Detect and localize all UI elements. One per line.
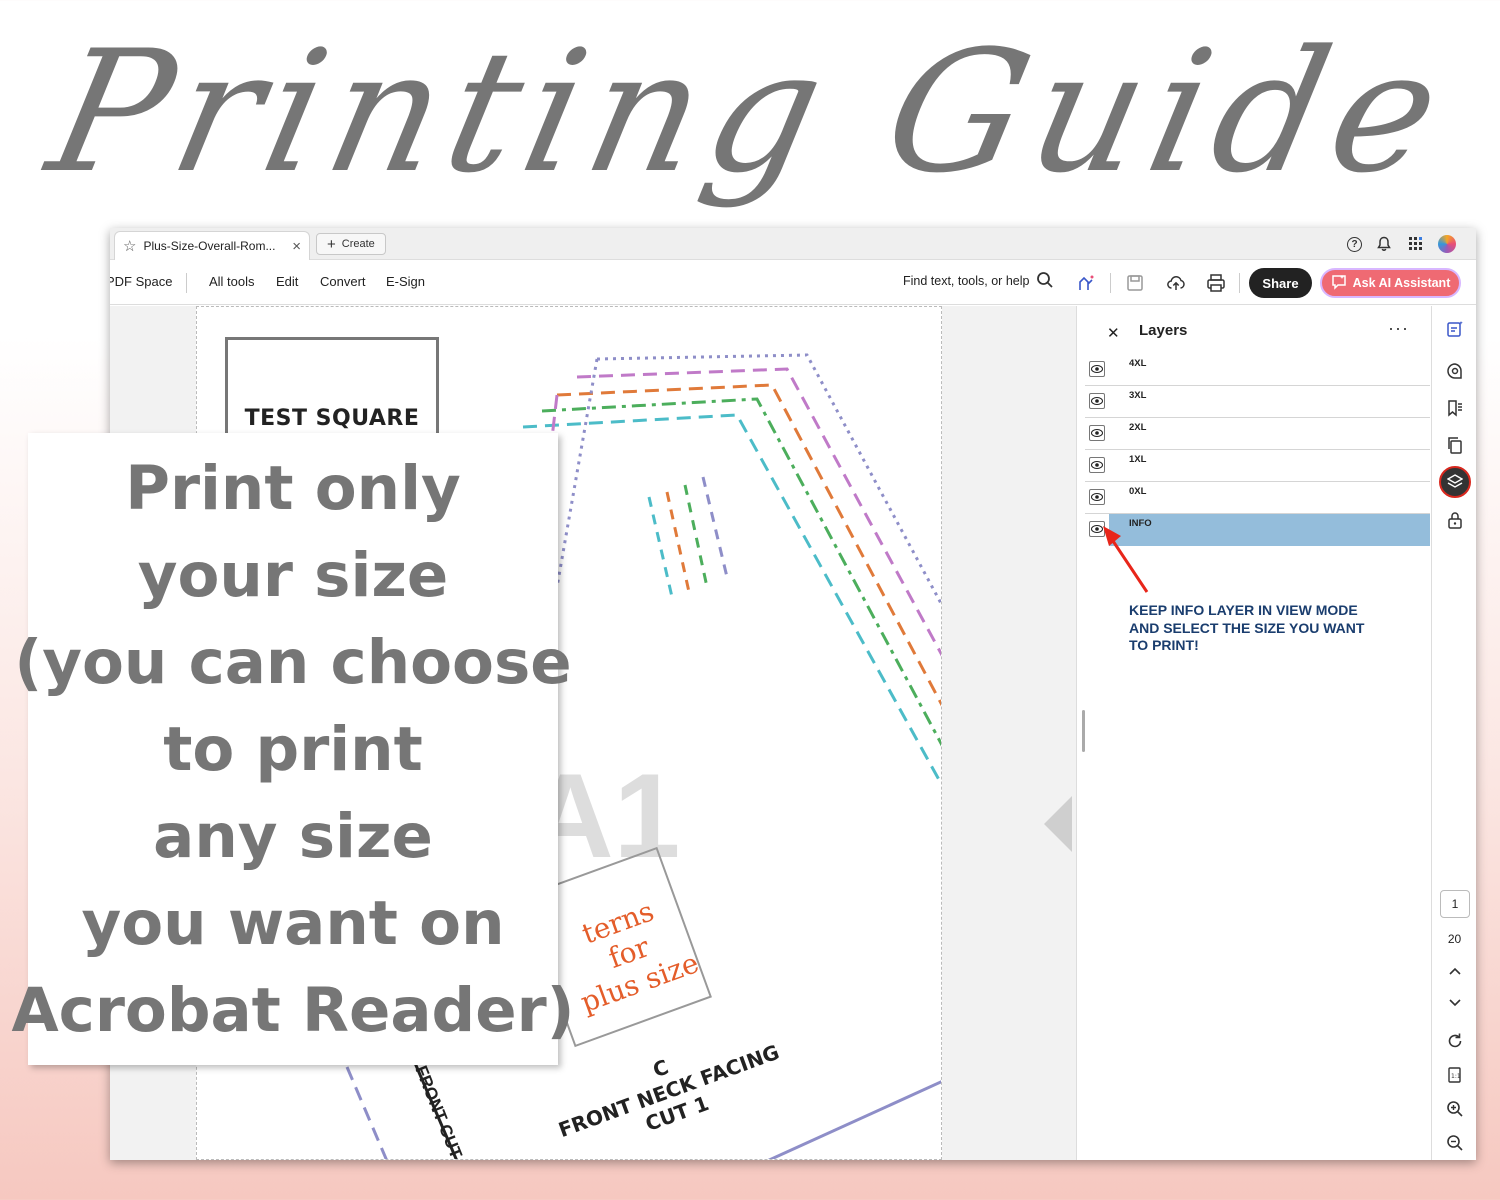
callout-line: to print <box>163 713 423 785</box>
callout-line: (you can choose <box>14 626 572 698</box>
ai-assistant-label: Ask AI Assistant <box>1352 276 1451 290</box>
size-line-0xl <box>522 413 941 787</box>
size-line-2xl <box>556 383 941 707</box>
main-toolbar: PDF Space All tools Edit Convert E-Sign … <box>110 261 1476 305</box>
layer-row-2xl[interactable]: 2XL <box>1085 418 1430 450</box>
panel-resize-handle[interactable] <box>1082 710 1085 752</box>
close-tab-icon[interactable]: × <box>292 238 301 255</box>
red-arrow-icon <box>1103 526 1149 593</box>
tab-bar: ☆ Plus-Size-Overall-Rom... × + Create ? <box>110 228 1476 260</box>
layer-instruction: KEEP INFO LAYER IN VIEW MODE AND SELECT … <box>1129 602 1399 655</box>
eye-icon[interactable] <box>1089 361 1105 377</box>
toolbar-divider <box>186 273 187 293</box>
hem-line <box>767 1080 941 1159</box>
eye-icon[interactable] <box>1089 425 1105 441</box>
create-label: Create <box>341 238 375 250</box>
page-arrow-icon[interactable] <box>1044 796 1072 852</box>
cloud-upload-icon[interactable] <box>1165 272 1187 294</box>
right-rail: 1 20 1:1 <box>1431 306 1476 1160</box>
eye-icon[interactable] <box>1089 457 1105 473</box>
callout-line: Acrobat Reader) <box>11 974 575 1046</box>
create-button[interactable]: + Create <box>316 233 386 255</box>
save-icon[interactable] <box>1124 272 1146 294</box>
size-line-4xl <box>596 353 941 607</box>
callout-line: any size <box>153 800 433 872</box>
lock-icon[interactable] <box>1444 509 1466 531</box>
layer-name: 4XL <box>1129 358 1147 369</box>
search-label[interactable]: Find text, tools, or help <box>903 274 1029 288</box>
more-options-icon[interactable]: ··· <box>1388 318 1409 339</box>
svg-text:1:1: 1:1 <box>1451 1073 1461 1080</box>
layer-name: 3XL <box>1129 390 1147 401</box>
layer-name: 0XL <box>1129 486 1147 497</box>
bell-icon[interactable] <box>1374 234 1394 254</box>
plus-icon: + <box>327 235 336 253</box>
size-line-1xl <box>541 397 941 747</box>
grain-marks <box>647 476 729 598</box>
toolbar-divider <box>1239 273 1240 293</box>
layers-title: Layers <box>1139 322 1188 339</box>
viewport-margin <box>942 306 1076 1160</box>
note-line: KEEP INFO LAYER IN VIEW MODE <box>1129 602 1358 618</box>
layer-row-4xl[interactable]: 4XL <box>1085 354 1430 386</box>
fit-page-icon[interactable]: 1:1 <box>1444 1064 1466 1086</box>
layer-row-3xl[interactable]: 3XL <box>1085 386 1430 418</box>
selected-highlight <box>1109 514 1430 546</box>
layer-row-0xl[interactable]: 0XL <box>1085 482 1430 514</box>
chevron-up-icon[interactable] <box>1444 960 1466 982</box>
callout-line: Print only <box>125 452 461 524</box>
menu-esign[interactable]: E-Sign <box>386 274 425 289</box>
layers-icon[interactable] <box>1439 466 1471 498</box>
note-line: AND SELECT THE SIZE YOU WANT <box>1129 619 1365 636</box>
callout-line: your size <box>137 539 449 611</box>
close-icon[interactable]: ✕ <box>1107 324 1120 342</box>
tab-title: Plus-Size-Overall-Rom... <box>143 239 276 253</box>
layers-panel: ✕ Layers ··· 4XL 3XL 2XL 1XL 0XL INFO KE… <box>1076 306 1431 1160</box>
size-line-3xl <box>576 367 941 657</box>
help-icon[interactable]: ? <box>1347 236 1362 252</box>
toolbar-divider <box>1110 273 1111 293</box>
menu-edit[interactable]: Edit <box>276 274 298 289</box>
heading-text: Printing Guide <box>34 14 1466 210</box>
star-icon[interactable]: ☆ <box>123 237 136 255</box>
callout-line: you want on <box>81 887 505 959</box>
side-line <box>345 1066 388 1159</box>
print-icon[interactable] <box>1205 272 1227 294</box>
apps-grid-icon[interactable] <box>1406 234 1426 254</box>
creative-cloud-icon[interactable] <box>1438 235 1456 253</box>
menu-convert[interactable]: Convert <box>320 274 366 289</box>
ask-ai-assistant-button[interactable]: Ask AI Assistant <box>1320 268 1461 298</box>
comment-icon[interactable] <box>1444 360 1466 382</box>
share-button[interactable]: Share <box>1249 268 1312 298</box>
menu-pdf-space[interactable]: PDF Space <box>110 274 172 289</box>
layer-row-1xl[interactable]: 1XL <box>1085 450 1430 482</box>
bookmark-icon[interactable] <box>1444 397 1466 419</box>
ai-assistant-icon <box>1331 274 1347 293</box>
note-line: TO PRINT! <box>1129 637 1199 653</box>
eye-icon[interactable] <box>1089 393 1105 409</box>
layer-name: 1XL <box>1129 454 1147 465</box>
chevron-down-icon[interactable] <box>1444 992 1466 1014</box>
search-icon[interactable] <box>1036 271 1054 289</box>
pages-icon[interactable] <box>1444 434 1466 456</box>
window-top-icons: ? <box>1347 234 1456 254</box>
size-line-left <box>555 358 599 588</box>
zoom-out-icon[interactable] <box>1444 1132 1466 1154</box>
layer-name: 2XL <box>1129 422 1147 433</box>
instruction-callout: Print only your size (you can choose to … <box>11 433 575 1065</box>
menu-all-tools[interactable]: All tools <box>209 274 255 289</box>
eye-icon[interactable] <box>1089 489 1105 505</box>
ai-tools-icon[interactable] <box>1076 272 1098 294</box>
document-tab[interactable]: ☆ Plus-Size-Overall-Rom... × <box>114 231 310 260</box>
rotate-icon[interactable] <box>1444 1030 1466 1052</box>
current-page-input[interactable]: 1 <box>1440 890 1470 918</box>
ai-summary-icon[interactable] <box>1444 318 1466 340</box>
total-pages: 20 <box>1447 932 1462 946</box>
zoom-in-icon[interactable] <box>1444 1098 1466 1120</box>
